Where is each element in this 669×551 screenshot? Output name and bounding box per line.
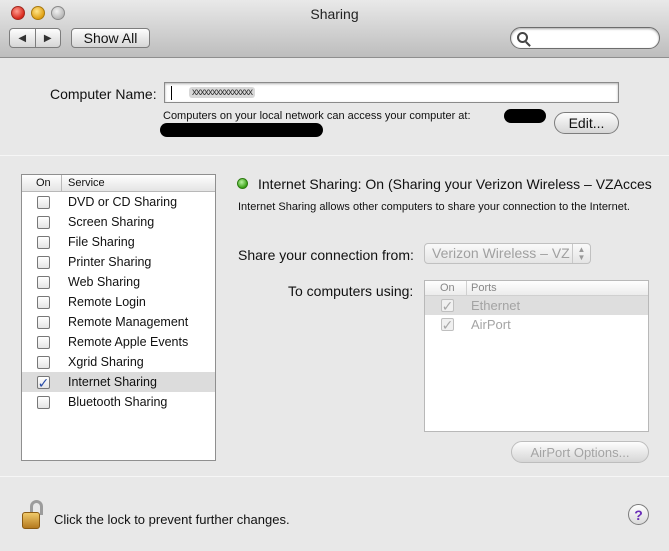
lock-body (22, 512, 40, 529)
popup-arrows-icon: ▲ ▼ (572, 244, 590, 263)
share-from-value: Verizon Wireless – VZ (432, 245, 570, 261)
to-computers-label: To computers using: (288, 283, 414, 299)
port-checkbox (441, 299, 454, 312)
footer-divider (0, 476, 669, 477)
service-checkbox[interactable] (37, 336, 50, 349)
service-checkbox[interactable] (37, 396, 50, 409)
lock-status-text: Click the lock to prevent further change… (54, 512, 290, 527)
edit-button[interactable]: Edit... (554, 112, 619, 134)
service-row[interactable]: Remote Login (22, 292, 215, 312)
service-status-text: Internet Sharing: On (Sharing your Veriz… (258, 176, 652, 192)
port-label: Ethernet (471, 298, 521, 313)
service-row[interactable]: File Sharing (22, 232, 215, 252)
service-label: Screen Sharing (68, 215, 155, 229)
service-label: Internet Sharing (68, 375, 157, 389)
service-label: Remote Management (68, 315, 189, 329)
service-label: DVD or CD Sharing (68, 195, 178, 209)
computer-name-value: xxxxxxxxxxxxxxx (189, 87, 255, 98)
lock-icon[interactable] (20, 500, 46, 532)
computer-name-label: Computer Name: (50, 86, 157, 102)
section-divider (0, 155, 669, 156)
service-checkbox[interactable] (37, 236, 50, 249)
airport-options-button: AirPort Options... (511, 441, 649, 463)
service-description: Internet Sharing allows other computers … (238, 201, 630, 213)
ports-header-on: On (425, 281, 467, 295)
redacted-address (504, 109, 546, 123)
service-row[interactable]: Xgrid Sharing (22, 352, 215, 372)
ports-list-header: On Ports (425, 281, 648, 296)
service-checkbox[interactable] (37, 296, 50, 309)
column-header-on[interactable]: On (22, 175, 62, 191)
service-checkbox[interactable] (37, 356, 50, 369)
port-label: AirPort (471, 317, 511, 332)
service-list-header: On Service (22, 175, 215, 192)
service-label: Bluetooth Sharing (68, 395, 168, 409)
status-indicator-icon (237, 178, 248, 189)
service-label: Remote Login (68, 295, 146, 309)
service-row[interactable]: DVD or CD Sharing (22, 192, 215, 212)
port-checkbox (441, 318, 454, 331)
service-row[interactable]: Web Sharing (22, 272, 215, 292)
back-forward-control: ◀ ▶ (9, 28, 61, 48)
help-button[interactable]: ? (628, 504, 649, 525)
column-header-service[interactable]: Service (62, 175, 105, 191)
service-checkbox[interactable] (37, 216, 50, 229)
service-row[interactable]: Internet Sharing (22, 372, 215, 392)
access-address-text: Computers on your local network can acce… (163, 110, 471, 122)
ports-header-ports: Ports (471, 282, 497, 294)
service-label: Remote Apple Events (68, 335, 189, 349)
service-label: Printer Sharing (68, 255, 152, 269)
redacted-address-line (160, 123, 323, 137)
title-bar: Sharing ◀ ▶ Show All (0, 0, 669, 58)
service-row[interactable]: Bluetooth Sharing (22, 392, 215, 412)
port-row: Ethernet (425, 296, 648, 315)
share-from-popup[interactable]: Verizon Wireless – VZ ▲ ▼ (424, 243, 591, 264)
search-icon (517, 32, 528, 43)
service-label: File Sharing (68, 235, 135, 249)
service-checkbox[interactable] (37, 316, 50, 329)
share-from-label: Share your connection from: (238, 247, 414, 263)
back-arrow-icon[interactable]: ◀ (10, 29, 35, 47)
service-list: On Service DVD or CD Sharing Screen Shari… (21, 174, 216, 461)
service-label: Xgrid Sharing (68, 355, 144, 369)
service-checkbox[interactable] (37, 196, 50, 209)
service-label: Web Sharing (68, 275, 141, 289)
computer-name-input[interactable]: xxxxxxxxxxxxxxx (164, 82, 619, 103)
service-row[interactable]: Screen Sharing (22, 212, 215, 232)
forward-arrow-icon[interactable]: ▶ (34, 29, 61, 47)
service-checkbox[interactable] (37, 276, 50, 289)
text-cursor (171, 86, 172, 100)
port-row: AirPort (425, 315, 648, 334)
show-all-button[interactable]: Show All (71, 28, 150, 48)
service-row[interactable]: Remote Apple Events (22, 332, 215, 352)
search-field[interactable] (510, 27, 660, 49)
service-row[interactable]: Printer Sharing (22, 252, 215, 272)
ports-list: On Ports Ethernet AirPort (424, 280, 649, 432)
service-checkbox[interactable] (37, 256, 50, 269)
window-title: Sharing (310, 6, 359, 22)
service-checkbox[interactable] (37, 376, 50, 389)
service-row[interactable]: Remote Management (22, 312, 215, 332)
